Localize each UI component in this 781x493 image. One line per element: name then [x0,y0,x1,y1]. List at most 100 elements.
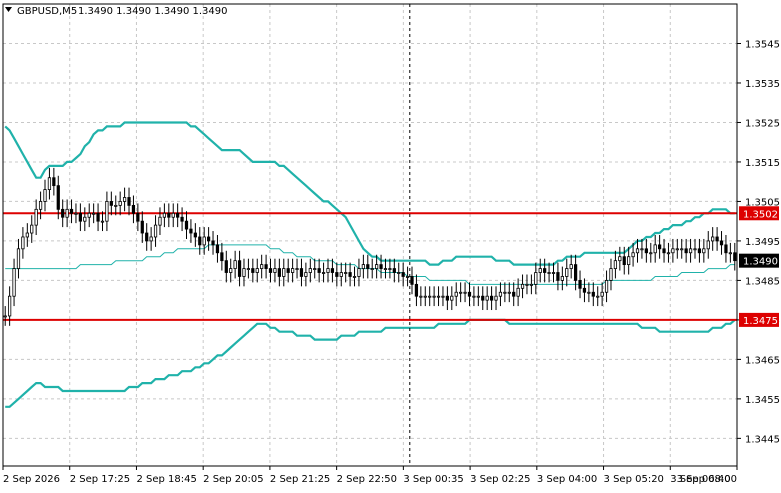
candle-body [246,268,251,270]
level-price-tag[interactable]: 1.3502 [739,206,779,221]
candle-body [140,220,144,234]
candle-body [326,268,330,273]
candle-body [675,248,679,251]
candle-body [428,295,432,298]
candle-body [339,272,343,277]
level-price-tag[interactable]: 1.3475 [739,312,779,327]
candle-body [640,248,644,251]
candle-body [109,201,113,206]
candle-body [627,256,631,266]
candle-body [25,232,29,238]
candle-body [379,264,383,269]
candle-body [525,283,529,286]
candle-body [96,212,100,222]
y-tick-label: 1.3485 [745,276,780,287]
x-tick-label: 2 Sep 2026 [3,474,60,485]
candle-body [441,295,445,298]
candle-body [635,248,640,254]
candle-body [631,252,635,258]
candle-body [432,295,436,298]
candle-body [277,268,281,277]
candle-body [16,248,21,269]
x-tick-label: 2 Sep 17:25 [70,474,130,485]
candle-body [361,264,365,269]
candle-body [693,248,697,251]
y-tick-label: 1.3465 [745,355,780,366]
level-price-tag-text: 1.3475 [743,316,778,327]
candle-body [551,272,556,274]
candle-body [485,295,489,301]
candle-body [445,295,449,301]
candle-body [388,268,392,270]
candle-body [268,268,273,273]
y-tick-label: 1.3525 [745,118,780,129]
chart-window[interactable]: 1.3545 1.3535 1.3525 1.3515 1.3505 1.3495 1.34… [0,0,781,489]
x-tick-label: 3 Sep 04:00 [537,474,597,485]
candle-body [467,291,472,297]
candle-body [516,287,520,297]
candle-body [556,272,560,281]
candle-body [613,260,618,269]
candle-body [273,268,277,273]
chart-header: GBPUSD,M5 1.3490 1.3490 1.3490 1.3490 [5,6,228,17]
candle-body [251,268,255,273]
y-tick-label: 1.3545 [745,39,780,50]
candle-body [520,283,525,289]
candle-body [609,268,613,281]
current-price-tag[interactable]: 1.3490 [739,253,779,268]
candle-body [600,291,604,297]
candle-body [375,264,379,269]
candle-body [264,264,268,269]
candle-body [684,248,688,254]
candle-body [706,240,710,250]
candle-body [308,268,312,273]
candle-body [220,252,224,262]
x-tick-label: 3 Sep 05:20 [604,474,664,485]
candle-body [604,280,609,293]
candle-body [180,216,184,222]
candle-body [176,212,180,218]
candle-body [8,295,12,317]
candle-body [158,216,162,226]
candle-body [671,248,675,254]
candle-body [569,264,573,269]
y-tick-label: 1.3495 [745,237,780,248]
candle-body [724,244,728,254]
candle-body [295,268,299,270]
candle-body [578,280,582,289]
candle-body [573,264,578,281]
candle-body [719,240,724,246]
candle-body [21,236,25,250]
x-tick-label: 2 Sep 21:25 [270,474,330,485]
candle-body [352,276,357,278]
candle-body [313,268,317,270]
candle-body [114,204,118,207]
candle-body [649,252,653,255]
candle-body [38,201,43,210]
candle-body [622,256,626,266]
candle-body [414,283,419,297]
candle-body [299,268,304,277]
candle-body [291,268,295,273]
x-tick-label: 2 Sep 18:45 [136,474,196,485]
candle-body [591,291,595,297]
candle-body [317,268,321,273]
candle-body [618,256,622,262]
candle-body [202,236,206,246]
plot-background [3,4,737,466]
candle-body [666,252,671,255]
candle-body [397,272,401,274]
candle-body [472,295,476,298]
candle-body [392,268,396,273]
candle-body [512,291,516,297]
candle-body [69,208,74,214]
ohlc-values: 1.3490 1.3490 1.3490 1.3490 [78,6,228,17]
symbol-timeframe: GBPUSD,M5 [17,6,77,17]
candle-body [529,283,534,286]
candle-body [658,244,662,250]
candle-body [61,208,65,218]
candle-body [481,295,485,301]
candle-body [87,212,91,218]
candle-body [476,295,480,298]
price-chart[interactable]: 1.35451.35351.35251.35151.35051.34951.34… [0,0,781,489]
